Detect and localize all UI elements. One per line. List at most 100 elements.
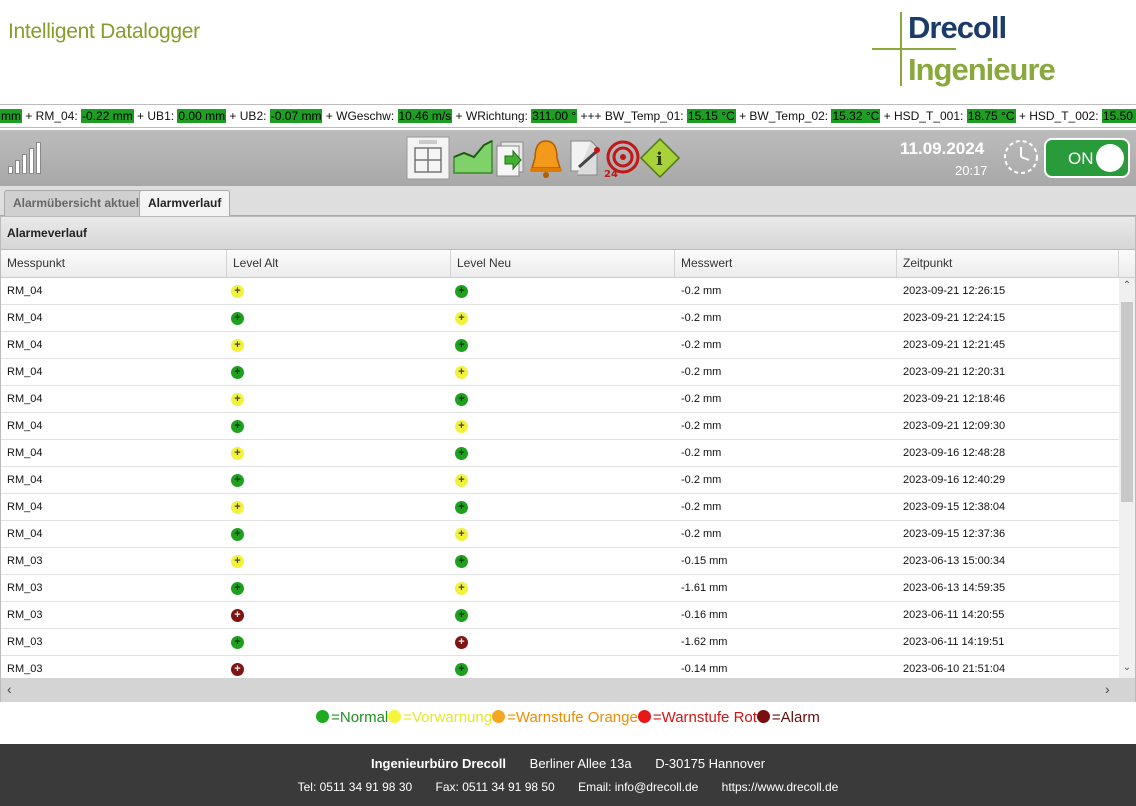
on-off-toggle[interactable]: ON: [1044, 138, 1130, 178]
tab-alarmuebersicht-aktuell[interactable]: Alarmübersicht aktuell: [4, 190, 152, 216]
ticker-label: + UB1:: [133, 109, 178, 123]
ticker-label: + WGeschw:: [322, 109, 398, 123]
table-row[interactable]: RM_04 + + -0.2 mm 2023-09-21 12:26:15: [1, 278, 1119, 305]
table-header: Messpunkt Level Alt Level Neu Messwert Z…: [1, 250, 1135, 278]
info-icon[interactable]: i: [638, 136, 682, 180]
level-legend: =Normal =Vorwarnung =Warnstufe Orange =Warn…: [0, 704, 1136, 734]
table-row[interactable]: RM_04 + + -0.2 mm 2023-09-21 12:24:15: [1, 305, 1119, 332]
table-row[interactable]: RM_04 + + -0.2 mm 2023-09-15 12:37:36: [1, 521, 1119, 548]
table-row[interactable]: RM_03 + + -0.16 mm 2023-06-11 14:20:55: [1, 602, 1119, 629]
level-neu-yellow-icon: +: [455, 474, 468, 487]
scroll-right-icon[interactable]: ›: [1105, 681, 1110, 697]
header: Intelligent Datalogger Drecoll Ingenieur…: [0, 0, 1136, 100]
legend-label: =Alarm: [771, 709, 820, 726]
legend-label: =Warnstufe Orange: [507, 709, 638, 726]
level-neu-yellow-icon: +: [455, 528, 468, 541]
scroll-down-icon[interactable]: ⌄: [1121, 662, 1133, 676]
vertical-scrollbar[interactable]: ⌃ ⌄: [1119, 278, 1135, 678]
cell-messwert: -1.61 mm: [681, 582, 728, 594]
legend-dot-icon: [492, 710, 506, 723]
table-row[interactable]: RM_04 + + -0.2 mm 2023-09-21 12:21:45: [1, 332, 1119, 359]
table-row[interactable]: RM_03 + + -0.15 mm 2023-06-13 15:00:34: [1, 548, 1119, 575]
cell-messwert: -0.2 mm: [681, 366, 722, 378]
ticker-value: mm: [0, 109, 22, 123]
footer-fax: Fax: 0511 34 91 98 50: [435, 780, 555, 794]
cell-messpunkt: RM_04: [7, 339, 43, 351]
svg-text:i: i: [656, 149, 663, 170]
cell-zeitpunkt: 2023-09-15 12:37:36: [903, 528, 1006, 540]
ticker-value: -0.22 mm: [81, 109, 134, 123]
legend-label: =Normal: [331, 709, 389, 726]
table-row[interactable]: RM_03 + + -1.62 mm 2023-06-11 14:19:51: [1, 629, 1119, 656]
cell-messpunkt: RM_03: [7, 609, 43, 621]
footer-website-link[interactable]: https://www.drecoll.de: [722, 780, 839, 794]
legend-dot-icon: [388, 710, 402, 723]
toggle-label: ON: [1068, 149, 1094, 168]
cell-messpunkt: RM_04: [7, 447, 43, 459]
signal-strength-icon: [8, 140, 42, 174]
ticker-value: 15.50 °C: [1101, 109, 1136, 123]
level-neu-green-icon: +: [455, 339, 468, 352]
cell-zeitpunkt: 2023-09-21 12:18:46: [903, 393, 1006, 405]
cell-zeitpunkt: 2023-09-21 12:26:15: [903, 285, 1006, 297]
scroll-up-icon[interactable]: ⌃: [1121, 280, 1133, 294]
scroll-left-icon[interactable]: ‹: [7, 681, 12, 697]
level-neu-green-icon: +: [455, 285, 468, 298]
column-header-messwert[interactable]: Messwert: [675, 250, 897, 277]
clock-icon: [1002, 138, 1040, 176]
column-header-zeitpunkt[interactable]: Zeitpunkt: [897, 250, 1119, 277]
footer: Ingenieurbüro Drecoll Berliner Allee 13a…: [0, 744, 1136, 806]
measurement-ticker: mm + RM_04: -0.22 mm + UB1: 0.00 mm + UB…: [0, 104, 1136, 128]
level-neu-yellow-icon: +: [455, 366, 468, 379]
cell-messpunkt: RM_04: [7, 366, 43, 378]
page: Intelligent Datalogger Drecoll Ingenieur…: [0, 0, 1136, 806]
cell-messwert: -0.2 mm: [681, 393, 722, 405]
legend-dot-icon: [316, 710, 330, 723]
ticker-label: + WRichtung:: [452, 109, 532, 123]
level-alt-green-icon: +: [231, 528, 244, 541]
table-row[interactable]: RM_04 + + -0.2 mm 2023-09-15 12:38:04: [1, 494, 1119, 521]
cell-zeitpunkt: 2023-06-13 14:59:35: [903, 582, 1006, 594]
legend-dot-icon: [637, 710, 651, 723]
column-header-messpunkt[interactable]: Messpunkt: [1, 250, 227, 277]
table-row[interactable]: RM_04 + + -0.2 mm 2023-09-21 12:20:31: [1, 359, 1119, 386]
footer-email-link[interactable]: Email: info@drecoll.de: [578, 780, 698, 794]
ticker-value: 311.00 °: [531, 109, 578, 123]
level-neu-green-icon: +: [455, 393, 468, 406]
level-alt-darkred-icon: +: [231, 663, 244, 676]
logo-horizontal-line: [872, 48, 956, 50]
column-header-level-alt[interactable]: Level Alt: [227, 250, 451, 277]
alarm-bell-icon[interactable]: [524, 136, 568, 180]
level-neu-green-icon: +: [455, 663, 468, 676]
ticker-label: + HSD_T_001:: [880, 109, 967, 123]
grundriss-icon[interactable]: [406, 136, 450, 180]
ticker-label: + RM_04:: [22, 109, 82, 123]
table-row[interactable]: RM_03 + + -1.61 mm 2023-06-13 14:59:35: [1, 575, 1119, 602]
table-row[interactable]: RM_04 + + -0.2 mm 2023-09-21 12:09:30: [1, 413, 1119, 440]
table-row[interactable]: RM_04 + + -0.2 mm 2023-09-16 12:48:28: [1, 440, 1119, 467]
table-row[interactable]: RM_04 + + -0.2 mm 2023-09-21 12:18:46: [1, 386, 1119, 413]
cell-messpunkt: RM_04: [7, 393, 43, 405]
cell-zeitpunkt: 2023-06-11 14:20:55: [903, 609, 1005, 621]
table-row[interactable]: RM_03 + + -0.14 mm 2023-06-10 21:51:04: [1, 656, 1119, 678]
column-header-level-neu[interactable]: Level Neu: [451, 250, 675, 277]
horizontal-scrollbar[interactable]: ‹ ›: [1, 678, 1135, 702]
cell-messpunkt: RM_04: [7, 285, 43, 297]
ticker-value: 18.75 °C: [966, 109, 1016, 123]
tab-bar: Alarmübersicht aktuell Alarmverlauf: [0, 186, 1136, 216]
current-time: 20:17: [955, 163, 988, 178]
level-neu-green-icon: +: [455, 501, 468, 514]
legend-item: =Warnstufe Rot: [637, 704, 757, 732]
tab-alarmverlauf[interactable]: Alarmverlauf: [139, 190, 231, 216]
table-row[interactable]: RM_04 + + -0.2 mm 2023-09-16 12:40:29: [1, 467, 1119, 494]
cell-messwert: -1.62 mm: [681, 636, 728, 648]
footer-contact-line: Tel: 0511 34 91 98 30 Fax: 0511 34 91 98…: [0, 780, 1136, 794]
cell-messpunkt: RM_04: [7, 528, 43, 540]
level-alt-green-icon: +: [231, 636, 244, 649]
cell-zeitpunkt: 2023-09-16 12:48:28: [903, 447, 1006, 459]
cell-messpunkt: RM_03: [7, 582, 43, 594]
scroll-thumb[interactable]: [1121, 302, 1133, 502]
level-alt-green-icon: +: [231, 312, 244, 325]
cell-messwert: -0.16 mm: [681, 609, 728, 621]
cell-messpunkt: RM_03: [7, 555, 43, 567]
